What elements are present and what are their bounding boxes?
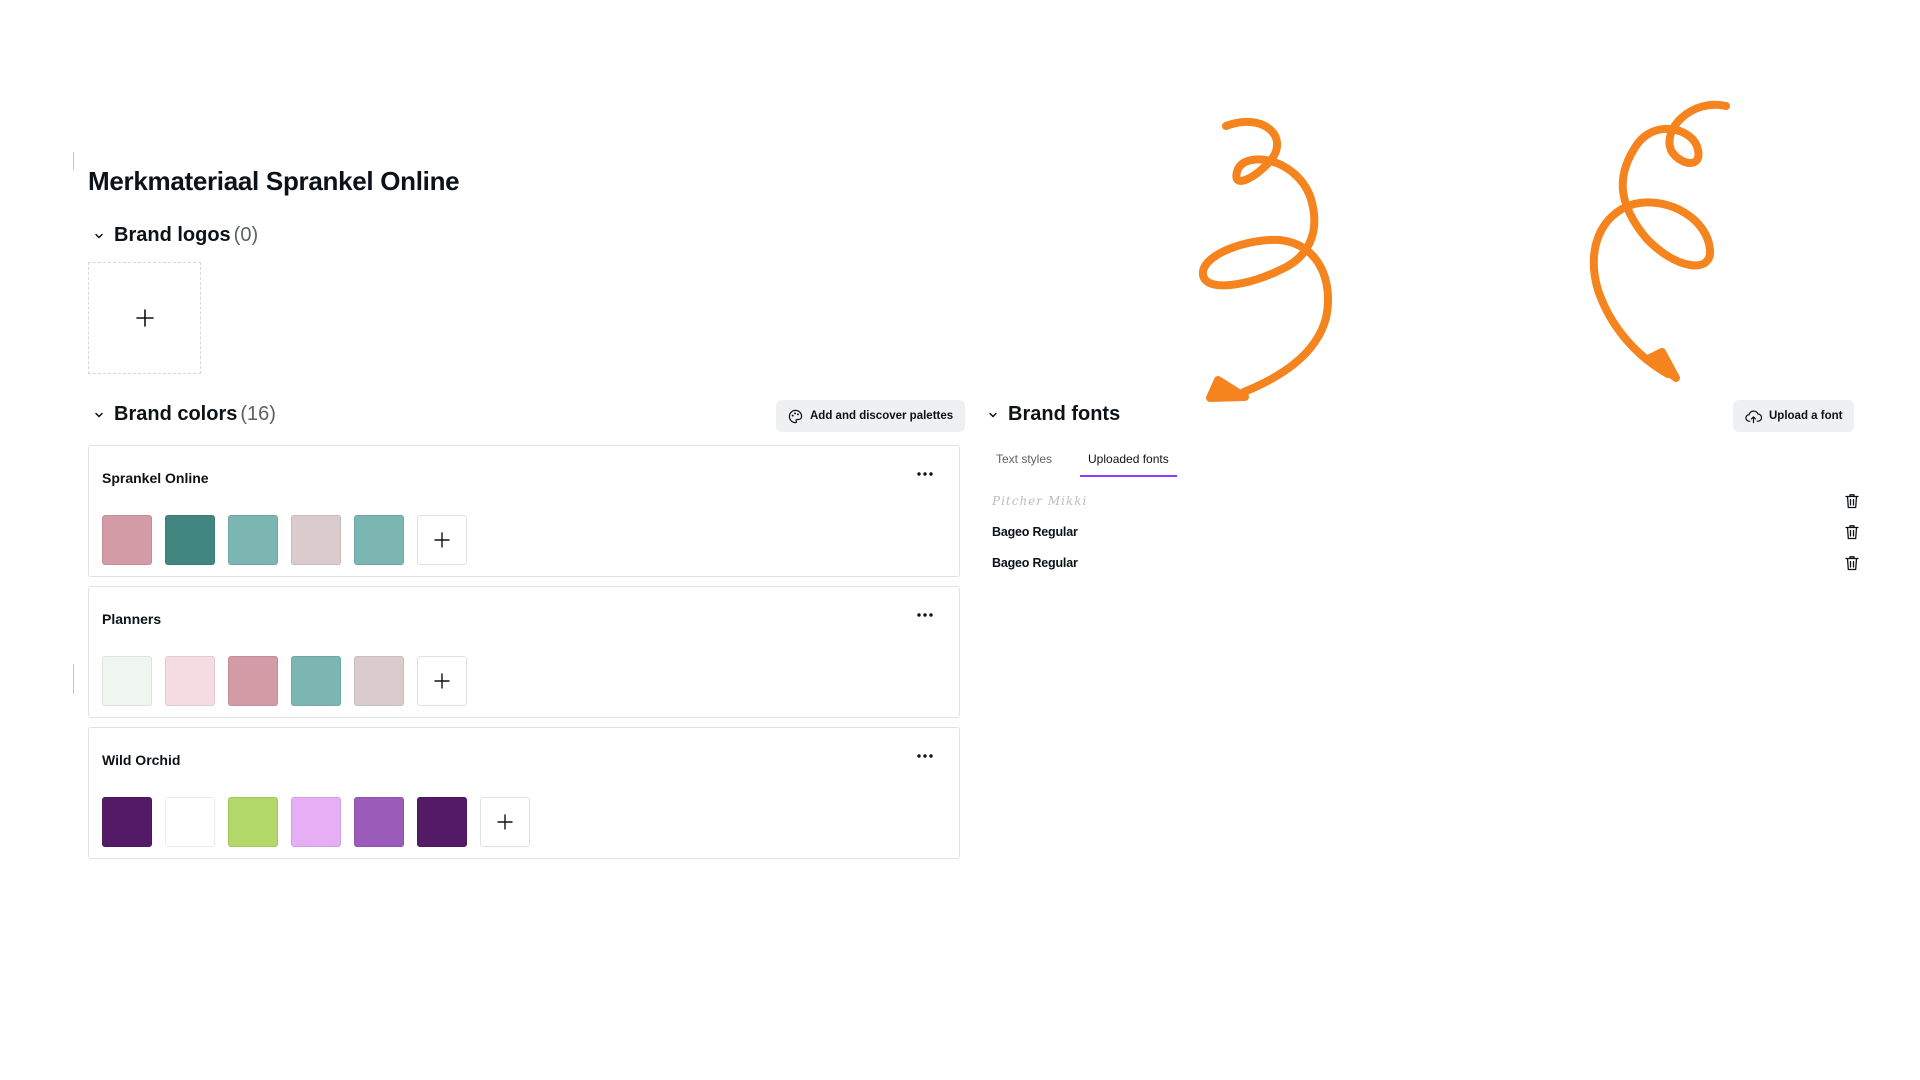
color-swatch[interactable] bbox=[228, 797, 278, 847]
delete-font-button[interactable] bbox=[1842, 491, 1862, 511]
more-options-button[interactable] bbox=[913, 746, 937, 766]
font-list-item[interactable]: Bageo Regular bbox=[992, 520, 1862, 544]
color-swatch[interactable] bbox=[291, 656, 341, 706]
font-name: Bageo Regular bbox=[992, 556, 1078, 570]
palette-name: Sprankel Online bbox=[102, 470, 209, 486]
font-name: Bageo Regular bbox=[992, 525, 1078, 539]
color-swatch[interactable] bbox=[102, 656, 152, 706]
add-logo-button[interactable] bbox=[88, 262, 201, 374]
brand-colors-label: Brand colors (16) bbox=[114, 403, 276, 425]
color-swatch[interactable] bbox=[165, 797, 215, 847]
upload-font-label: Upload a font bbox=[1769, 410, 1843, 422]
arrowhead-right bbox=[1646, 348, 1680, 382]
text-cursor-mark bbox=[73, 152, 74, 170]
swatch-list bbox=[102, 515, 467, 565]
brand-colors-header[interactable]: Brand colors (16) bbox=[94, 403, 276, 426]
plus-icon bbox=[434, 673, 450, 689]
chevron-down-icon bbox=[94, 231, 104, 241]
squiggle-arrow-left bbox=[1199, 117, 1332, 396]
more-horizontal-icon bbox=[917, 613, 933, 617]
arrowhead-left bbox=[1206, 376, 1249, 402]
color-swatch[interactable] bbox=[354, 515, 404, 565]
brand-fonts-label: Brand fonts bbox=[1008, 403, 1121, 425]
chevron-down-icon bbox=[988, 410, 998, 420]
more-options-button[interactable] bbox=[913, 605, 937, 625]
color-swatch[interactable] bbox=[228, 656, 278, 706]
delete-font-button[interactable] bbox=[1842, 522, 1862, 542]
color-swatch[interactable] bbox=[165, 515, 215, 565]
more-horizontal-icon bbox=[917, 754, 933, 758]
add-color-button[interactable] bbox=[480, 797, 530, 847]
palette-card: Wild Orchid bbox=[88, 727, 960, 859]
font-name: Pitcher Mikki bbox=[992, 494, 1088, 508]
trash-icon bbox=[1845, 525, 1859, 540]
add-color-button[interactable] bbox=[417, 515, 467, 565]
add-discover-palettes-button[interactable]: Add and discover palettes bbox=[776, 400, 966, 432]
text-cursor-mark bbox=[73, 664, 74, 694]
palette-icon bbox=[788, 409, 803, 423]
color-swatch[interactable] bbox=[291, 515, 341, 565]
tab-uploaded-fonts[interactable]: Uploaded fonts bbox=[1080, 446, 1177, 477]
trash-icon bbox=[1845, 494, 1859, 509]
palette-name: Wild Orchid bbox=[102, 752, 181, 768]
add-discover-palettes-label: Add and discover palettes bbox=[810, 410, 954, 422]
plus-icon bbox=[497, 814, 513, 830]
page-title: Merkmateriaal Sprankel Online bbox=[88, 166, 460, 196]
tab-text-styles[interactable]: Text styles bbox=[988, 446, 1060, 477]
swatch-list bbox=[102, 797, 530, 847]
delete-font-button[interactable] bbox=[1842, 553, 1862, 573]
upload-font-button[interactable]: Upload a font bbox=[1733, 400, 1855, 432]
trash-icon bbox=[1845, 556, 1859, 571]
color-swatch[interactable] bbox=[354, 797, 404, 847]
color-swatch[interactable] bbox=[354, 656, 404, 706]
color-swatch[interactable] bbox=[228, 515, 278, 565]
color-swatch[interactable] bbox=[165, 656, 215, 706]
brand-logos-label: Brand logos (0) bbox=[114, 224, 259, 246]
color-swatch[interactable] bbox=[291, 797, 341, 847]
color-swatch[interactable] bbox=[102, 515, 152, 565]
brand-logos-count: (0) bbox=[233, 224, 259, 246]
font-tabs: Text styles Uploaded fonts bbox=[988, 446, 1177, 477]
plus-icon bbox=[135, 309, 154, 327]
add-color-button[interactable] bbox=[417, 656, 467, 706]
brand-fonts-header[interactable]: Brand fonts bbox=[988, 403, 1120, 426]
more-horizontal-icon bbox=[917, 472, 933, 476]
squiggle-arrow-right bbox=[1589, 100, 1730, 378]
palette-name: Planners bbox=[102, 611, 162, 627]
cloud-upload-icon bbox=[1745, 410, 1762, 423]
font-list-item[interactable]: Pitcher Mikki bbox=[992, 489, 1862, 513]
swatch-list bbox=[102, 656, 467, 706]
font-list-item[interactable]: Bageo Regular bbox=[992, 551, 1862, 575]
chevron-down-icon bbox=[94, 410, 104, 420]
plus-icon bbox=[434, 532, 450, 548]
brand-logos-header[interactable]: Brand logos (0) bbox=[94, 224, 258, 247]
palette-card: Planners bbox=[88, 586, 960, 718]
more-options-button[interactable] bbox=[913, 464, 937, 484]
palette-card: Sprankel Online bbox=[88, 445, 960, 577]
color-swatch[interactable] bbox=[102, 797, 152, 847]
color-swatch[interactable] bbox=[417, 797, 467, 847]
brand-colors-count: (16) bbox=[240, 403, 276, 425]
